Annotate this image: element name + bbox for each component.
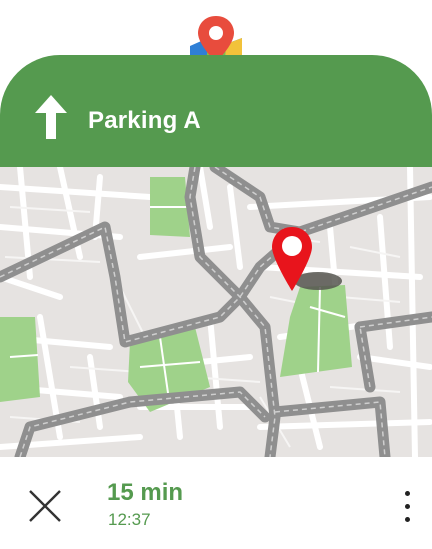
more-dot [405, 504, 410, 509]
more-dot [405, 517, 410, 522]
arrow-up-icon [35, 95, 67, 139]
trip-duration: 15 min [107, 479, 184, 506]
map-canvas [0, 167, 432, 457]
more-vertical-icon[interactable] [396, 487, 420, 527]
more-dot [405, 491, 410, 496]
trip-info-bar: 15 min 12:37 [0, 457, 432, 549]
close-icon[interactable] [24, 485, 66, 527]
destination-label: Parking A [88, 107, 201, 134]
map-view[interactable] [0, 167, 432, 457]
arrival-time: 12:37 [108, 510, 151, 529]
